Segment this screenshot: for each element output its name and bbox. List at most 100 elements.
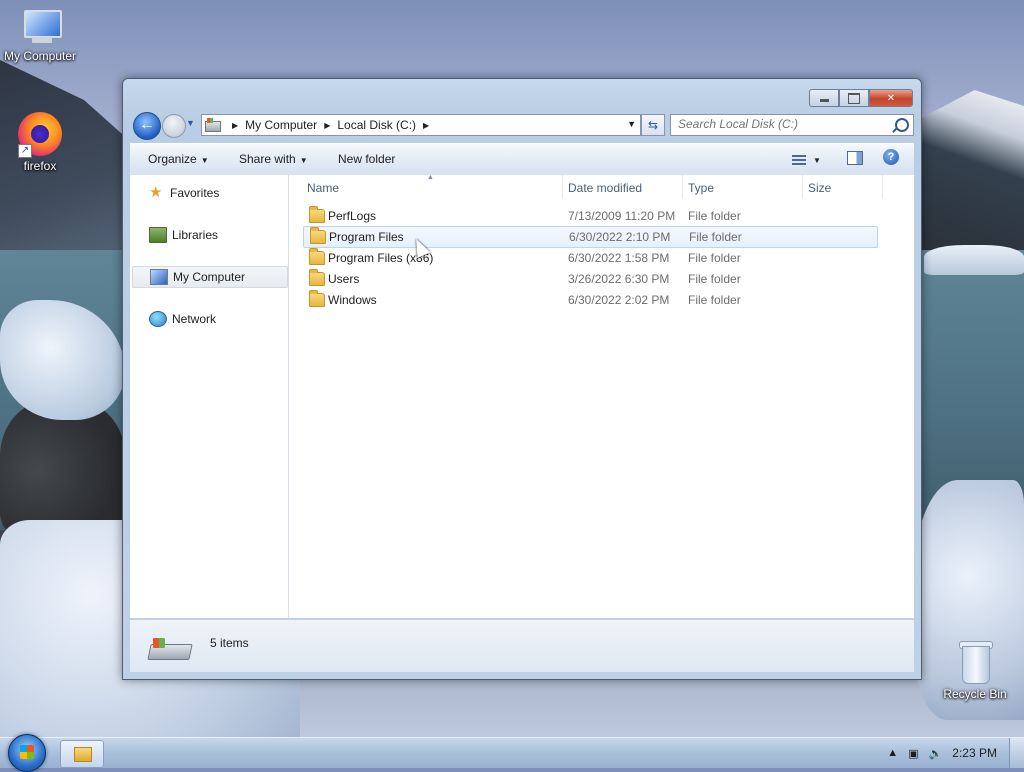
sort-ascending-icon: ▲: [427, 174, 434, 181]
address-bar[interactable]: ▶ My Computer ▶ Local Disk (C:) ▶ ▼: [201, 114, 641, 136]
breadcrumb-item-my-computer[interactable]: My Computer: [245, 118, 317, 132]
desktop-icon-my-computer[interactable]: My Computer: [0, 10, 80, 63]
file-row[interactable]: Users 3/26/2022 6:30 PM File folder: [303, 269, 876, 289]
star-icon: ★: [149, 184, 163, 201]
nav-item-libraries[interactable]: Libraries: [132, 225, 286, 245]
address-dropdown-icon[interactable]: ▼: [627, 119, 636, 129]
column-divider[interactable]: [882, 175, 883, 199]
start-button[interactable]: [8, 734, 46, 772]
new-folder-button[interactable]: New folder: [338, 152, 395, 166]
wallpaper-rocks: [0, 400, 125, 540]
recycle-bin-icon: [958, 640, 993, 684]
file-date: 6/30/2022 2:02 PM: [568, 293, 670, 307]
chevron-right-icon[interactable]: ▶: [232, 121, 238, 130]
breadcrumb-item-local-disk[interactable]: Local Disk (C:): [337, 118, 416, 132]
chevron-right-icon[interactable]: ▶: [324, 121, 330, 130]
folder-icon: [309, 269, 325, 286]
breadcrumb: ▶ My Computer ▶ Local Disk (C:) ▶: [225, 118, 436, 132]
navigation-pane: ★ Favorites Libraries My Computer Networ…: [130, 175, 289, 618]
firefox-icon: ↗: [18, 112, 62, 158]
network-icon: [149, 311, 167, 327]
clock[interactable]: 2:23 PM: [952, 746, 997, 760]
column-divider[interactable]: [682, 175, 683, 199]
column-headers: ▲ Name Date modified Type Size: [289, 174, 914, 199]
drive-icon: [147, 638, 193, 660]
search-icon[interactable]: [895, 118, 909, 132]
file-name: PerfLogs: [328, 209, 377, 223]
nav-item-network[interactable]: Network: [132, 309, 286, 329]
search-input[interactable]: [671, 115, 888, 133]
back-button[interactable]: ←: [133, 112, 161, 140]
taskbar: ▲ ▣ 🔈 2:23 PM: [0, 734, 1024, 772]
explorer-window: ✕ ← ▼ ▶ My Computer ▶ Local Disk (C:) ▶ …: [122, 78, 922, 680]
close-button[interactable]: ✕: [869, 89, 913, 107]
search-box: [670, 114, 914, 136]
refresh-button[interactable]: ⇆: [641, 114, 665, 136]
folder-icon: [310, 227, 326, 244]
desktop-icon-firefox[interactable]: ↗ firefox: [0, 112, 80, 173]
back-arrow-icon: ←: [139, 116, 155, 133]
network-status-icon[interactable]: ▣: [908, 747, 918, 760]
show-desktop-button[interactable]: [1009, 738, 1024, 768]
share-with-label: Share with: [239, 152, 296, 166]
file-row[interactable]: Program Files 6/30/2022 2:10 PM File fol…: [303, 226, 878, 248]
folder-icon: [309, 290, 325, 307]
folder-icon: [309, 248, 325, 265]
column-header-date-modified[interactable]: Date modified: [568, 181, 642, 195]
file-type: File folder: [688, 293, 741, 307]
forward-button[interactable]: [162, 114, 186, 138]
column-divider[interactable]: [562, 175, 563, 199]
file-name: Users: [328, 272, 360, 286]
wallpaper-mountain: [914, 90, 1024, 250]
file-type: File folder: [688, 272, 741, 286]
nav-item-my-computer[interactable]: My Computer: [132, 266, 288, 288]
file-date: 7/13/2009 11:20 PM: [568, 209, 676, 223]
column-header-type[interactable]: Type: [688, 181, 714, 195]
preview-pane-icon[interactable]: [847, 151, 863, 165]
organize-label: Organize: [148, 152, 197, 166]
maximize-button[interactable]: [839, 89, 869, 107]
desktop-icon-label: Recycle Bin: [943, 687, 1007, 701]
windows-logo-icon: [20, 745, 34, 759]
volume-icon[interactable]: 🔈: [929, 747, 943, 760]
computer-icon: [150, 269, 168, 285]
nav-item-favorites[interactable]: ★ Favorites: [132, 183, 286, 203]
command-bar: Organize ▼ Share with ▼ New folder ▼ ?: [130, 143, 914, 176]
details-view-icon: [792, 154, 806, 165]
chevron-right-icon[interactable]: ▶: [423, 121, 429, 130]
file-row[interactable]: Program Files (x86) 6/30/2022 1:58 PM Fi…: [303, 248, 876, 268]
navigation-bar: ← ▼ ▶ My Computer ▶ Local Disk (C:) ▶ ▼ …: [131, 112, 914, 140]
taskbar-explorer-button[interactable]: [60, 740, 104, 768]
refresh-icon: ⇆: [647, 118, 659, 132]
close-icon: ✕: [886, 92, 896, 104]
file-date: 6/30/2022 2:10 PM: [569, 230, 671, 244]
wallpaper-ice: [924, 245, 1024, 275]
column-divider[interactable]: [802, 175, 803, 199]
share-with-button[interactable]: Share with ▼: [239, 152, 308, 166]
nav-item-label: My Computer: [173, 270, 246, 284]
chevron-down-icon: ▼: [299, 156, 308, 165]
change-view-button[interactable]: ▼: [792, 152, 826, 166]
column-header-name[interactable]: Name: [307, 181, 339, 195]
caption-buttons: ✕: [809, 89, 913, 107]
show-hidden-icons-icon[interactable]: ▲: [887, 747, 898, 759]
computer-icon: [20, 10, 62, 46]
items-count: 5 items: [210, 636, 249, 650]
file-row[interactable]: PerfLogs 7/13/2009 11:20 PM File folder: [303, 206, 876, 226]
nav-item-label: Libraries: [172, 228, 219, 242]
folder-icon: [74, 747, 92, 762]
shortcut-arrow-icon: ↗: [18, 144, 32, 158]
file-date: 6/30/2022 1:58 PM: [568, 251, 670, 265]
folder-icon: [309, 206, 325, 223]
chevron-down-icon: ▼: [813, 156, 821, 165]
desktop-icon-recycle-bin[interactable]: Recycle Bin: [935, 640, 1015, 701]
recent-pages-dropdown[interactable]: ▼: [186, 118, 195, 128]
nav-item-label: Network: [172, 312, 217, 326]
file-row[interactable]: Windows 6/30/2022 2:02 PM File folder: [303, 290, 876, 310]
column-header-size[interactable]: Size: [808, 181, 831, 195]
file-type: File folder: [688, 251, 741, 265]
organize-button[interactable]: Organize ▼: [148, 152, 209, 166]
minimize-button[interactable]: [809, 89, 839, 107]
help-icon[interactable]: ?: [883, 149, 899, 165]
desktop-icon-label: My Computer: [3, 49, 77, 63]
